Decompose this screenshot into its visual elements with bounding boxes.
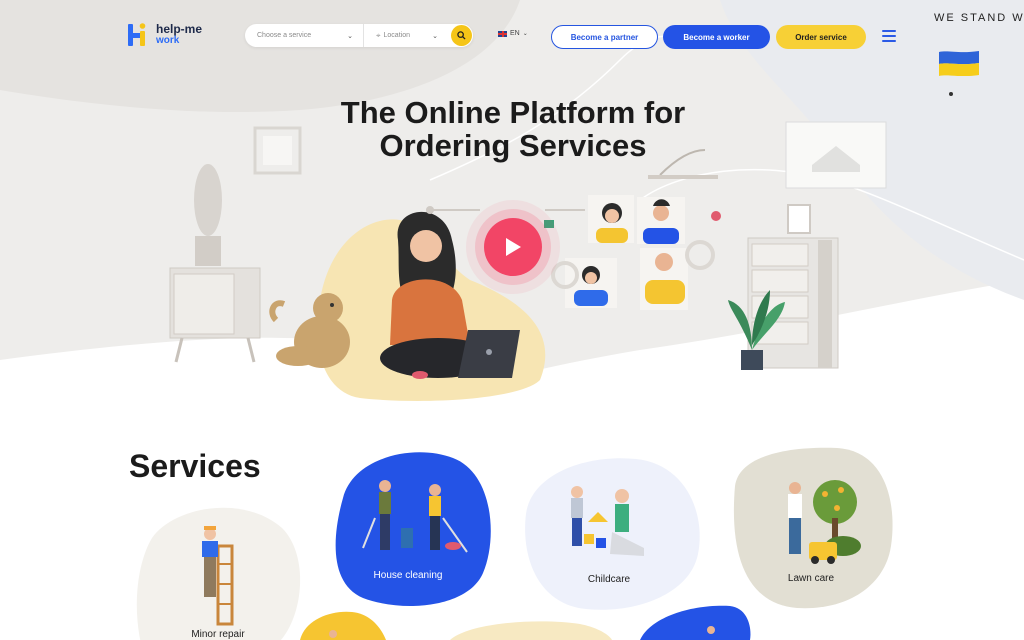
service-select-placeholder: Choose a service <box>257 32 312 39</box>
service-card-house-cleaning[interactable]: House cleaning <box>323 448 493 610</box>
become-worker-button[interactable]: Become a worker <box>663 25 770 49</box>
childcare-illustration <box>525 458 700 610</box>
more-services-peek <box>300 605 751 640</box>
hero-title: The Online Platform for Ordering Service… <box>250 96 776 162</box>
service-label-house-cleaning: House cleaning <box>373 570 443 581</box>
chevron-down-icon: ⌄ <box>347 32 353 40</box>
site-header: help-me work Choose a service ⌄ ⌖ Locati… <box>0 0 1024 96</box>
location-select-placeholder: Location <box>383 32 410 39</box>
chevron-down-icon: ⌄ <box>432 32 438 40</box>
lawn-care-illustration <box>733 447 893 609</box>
services-heading: Services <box>129 448 261 484</box>
service-card-peek-cream <box>450 621 612 640</box>
house-cleaning-illustration <box>335 452 491 606</box>
logo-text-primary: help-me <box>156 22 203 36</box>
service-card-peek-yellow <box>300 611 386 640</box>
carousel-dot[interactable] <box>949 92 953 96</box>
menu-icon[interactable] <box>882 30 896 42</box>
play-video-button[interactable] <box>484 218 542 276</box>
service-card-lawn-care[interactable]: Lawn care <box>727 446 895 610</box>
we-stand-banner-text: WE STAND W <box>934 12 1024 24</box>
logo[interactable]: help-me work <box>128 22 202 48</box>
chevron-down-icon: ⌄ <box>522 31 528 37</box>
logo-icon <box>128 23 146 46</box>
hero-title-line-1: The Online Platform for <box>340 95 686 130</box>
search-icon <box>457 31 466 40</box>
service-card-childcare[interactable]: Childcare <box>516 454 702 612</box>
service-search-bar: Choose a service ⌄ ⌖ Location ⌄ <box>245 24 473 47</box>
service-select[interactable]: Choose a service ⌄ <box>245 24 364 47</box>
service-label-childcare: Childcare <box>587 574 631 585</box>
logo-text-secondary: work <box>156 35 180 46</box>
service-label-lawn-care: Lawn care <box>787 573 835 584</box>
service-card-peek-blue <box>640 605 751 640</box>
language-label: EN <box>510 30 520 37</box>
search-button[interactable] <box>451 25 472 46</box>
location-pin-icon: ⌖ <box>376 30 381 40</box>
uk-flag-icon <box>498 30 507 37</box>
location-select[interactable]: ⌖ Location ⌄ <box>364 24 448 47</box>
play-icon <box>506 238 521 256</box>
become-partner-button[interactable]: Become a partner <box>551 25 658 49</box>
hero-title-line-2: Ordering Services <box>379 128 647 163</box>
order-service-button[interactable]: Order service <box>776 25 866 49</box>
ukraine-flag-icon[interactable] <box>939 50 979 76</box>
language-selector[interactable]: EN ⌄ <box>498 30 528 37</box>
